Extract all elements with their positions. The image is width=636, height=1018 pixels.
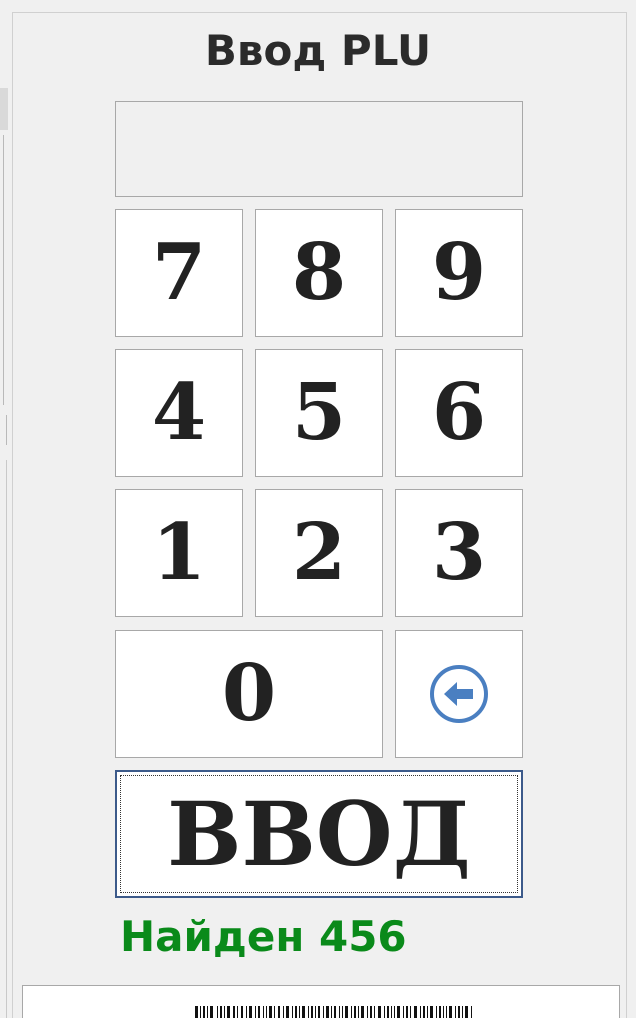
- key-1[interactable]: 1: [115, 489, 243, 617]
- enter-button-label: ВВОД: [167, 782, 471, 886]
- adjacent-scrollbar: [0, 88, 8, 130]
- key-4[interactable]: 4: [115, 349, 243, 477]
- key-3[interactable]: 3: [395, 489, 523, 617]
- backspace-button[interactable]: [395, 630, 523, 758]
- key-label: 0: [221, 648, 277, 739]
- search-status-text: Найден 456: [120, 912, 407, 961]
- key-label: 4: [151, 367, 207, 458]
- key-label: 9: [431, 227, 487, 318]
- arrow-left-circle-icon: [430, 665, 488, 723]
- key-label: 5: [291, 367, 347, 458]
- plu-entry-window: Ввод PLU 7 8 9 4 5 6 1 2 3 0 ВВОД Найден…: [0, 0, 636, 1018]
- key-label: 3: [431, 507, 487, 598]
- key-label: 8: [291, 227, 347, 318]
- enter-button[interactable]: ВВОД: [115, 770, 523, 898]
- key-2[interactable]: 2: [255, 489, 383, 617]
- panel-title: Ввод PLU: [204, 26, 432, 75]
- adjacent-divider: [0, 415, 7, 445]
- plu-input-display[interactable]: [115, 101, 523, 197]
- key-8[interactable]: 8: [255, 209, 383, 337]
- key-6[interactable]: 6: [395, 349, 523, 477]
- adjacent-divider: [0, 135, 4, 405]
- key-0[interactable]: 0: [115, 630, 383, 758]
- key-7[interactable]: 7: [115, 209, 243, 337]
- adjacent-divider: [0, 460, 7, 1018]
- adjacent-panel-edge: [0, 0, 12, 1018]
- key-9[interactable]: 9: [395, 209, 523, 337]
- key-5[interactable]: 5: [255, 349, 383, 477]
- key-label: 1: [151, 507, 207, 598]
- barcode-area: [22, 985, 620, 1018]
- key-label: 6: [431, 367, 487, 458]
- key-label: 7: [151, 227, 207, 318]
- key-label: 2: [291, 507, 347, 598]
- barcode-image: [195, 1006, 472, 1018]
